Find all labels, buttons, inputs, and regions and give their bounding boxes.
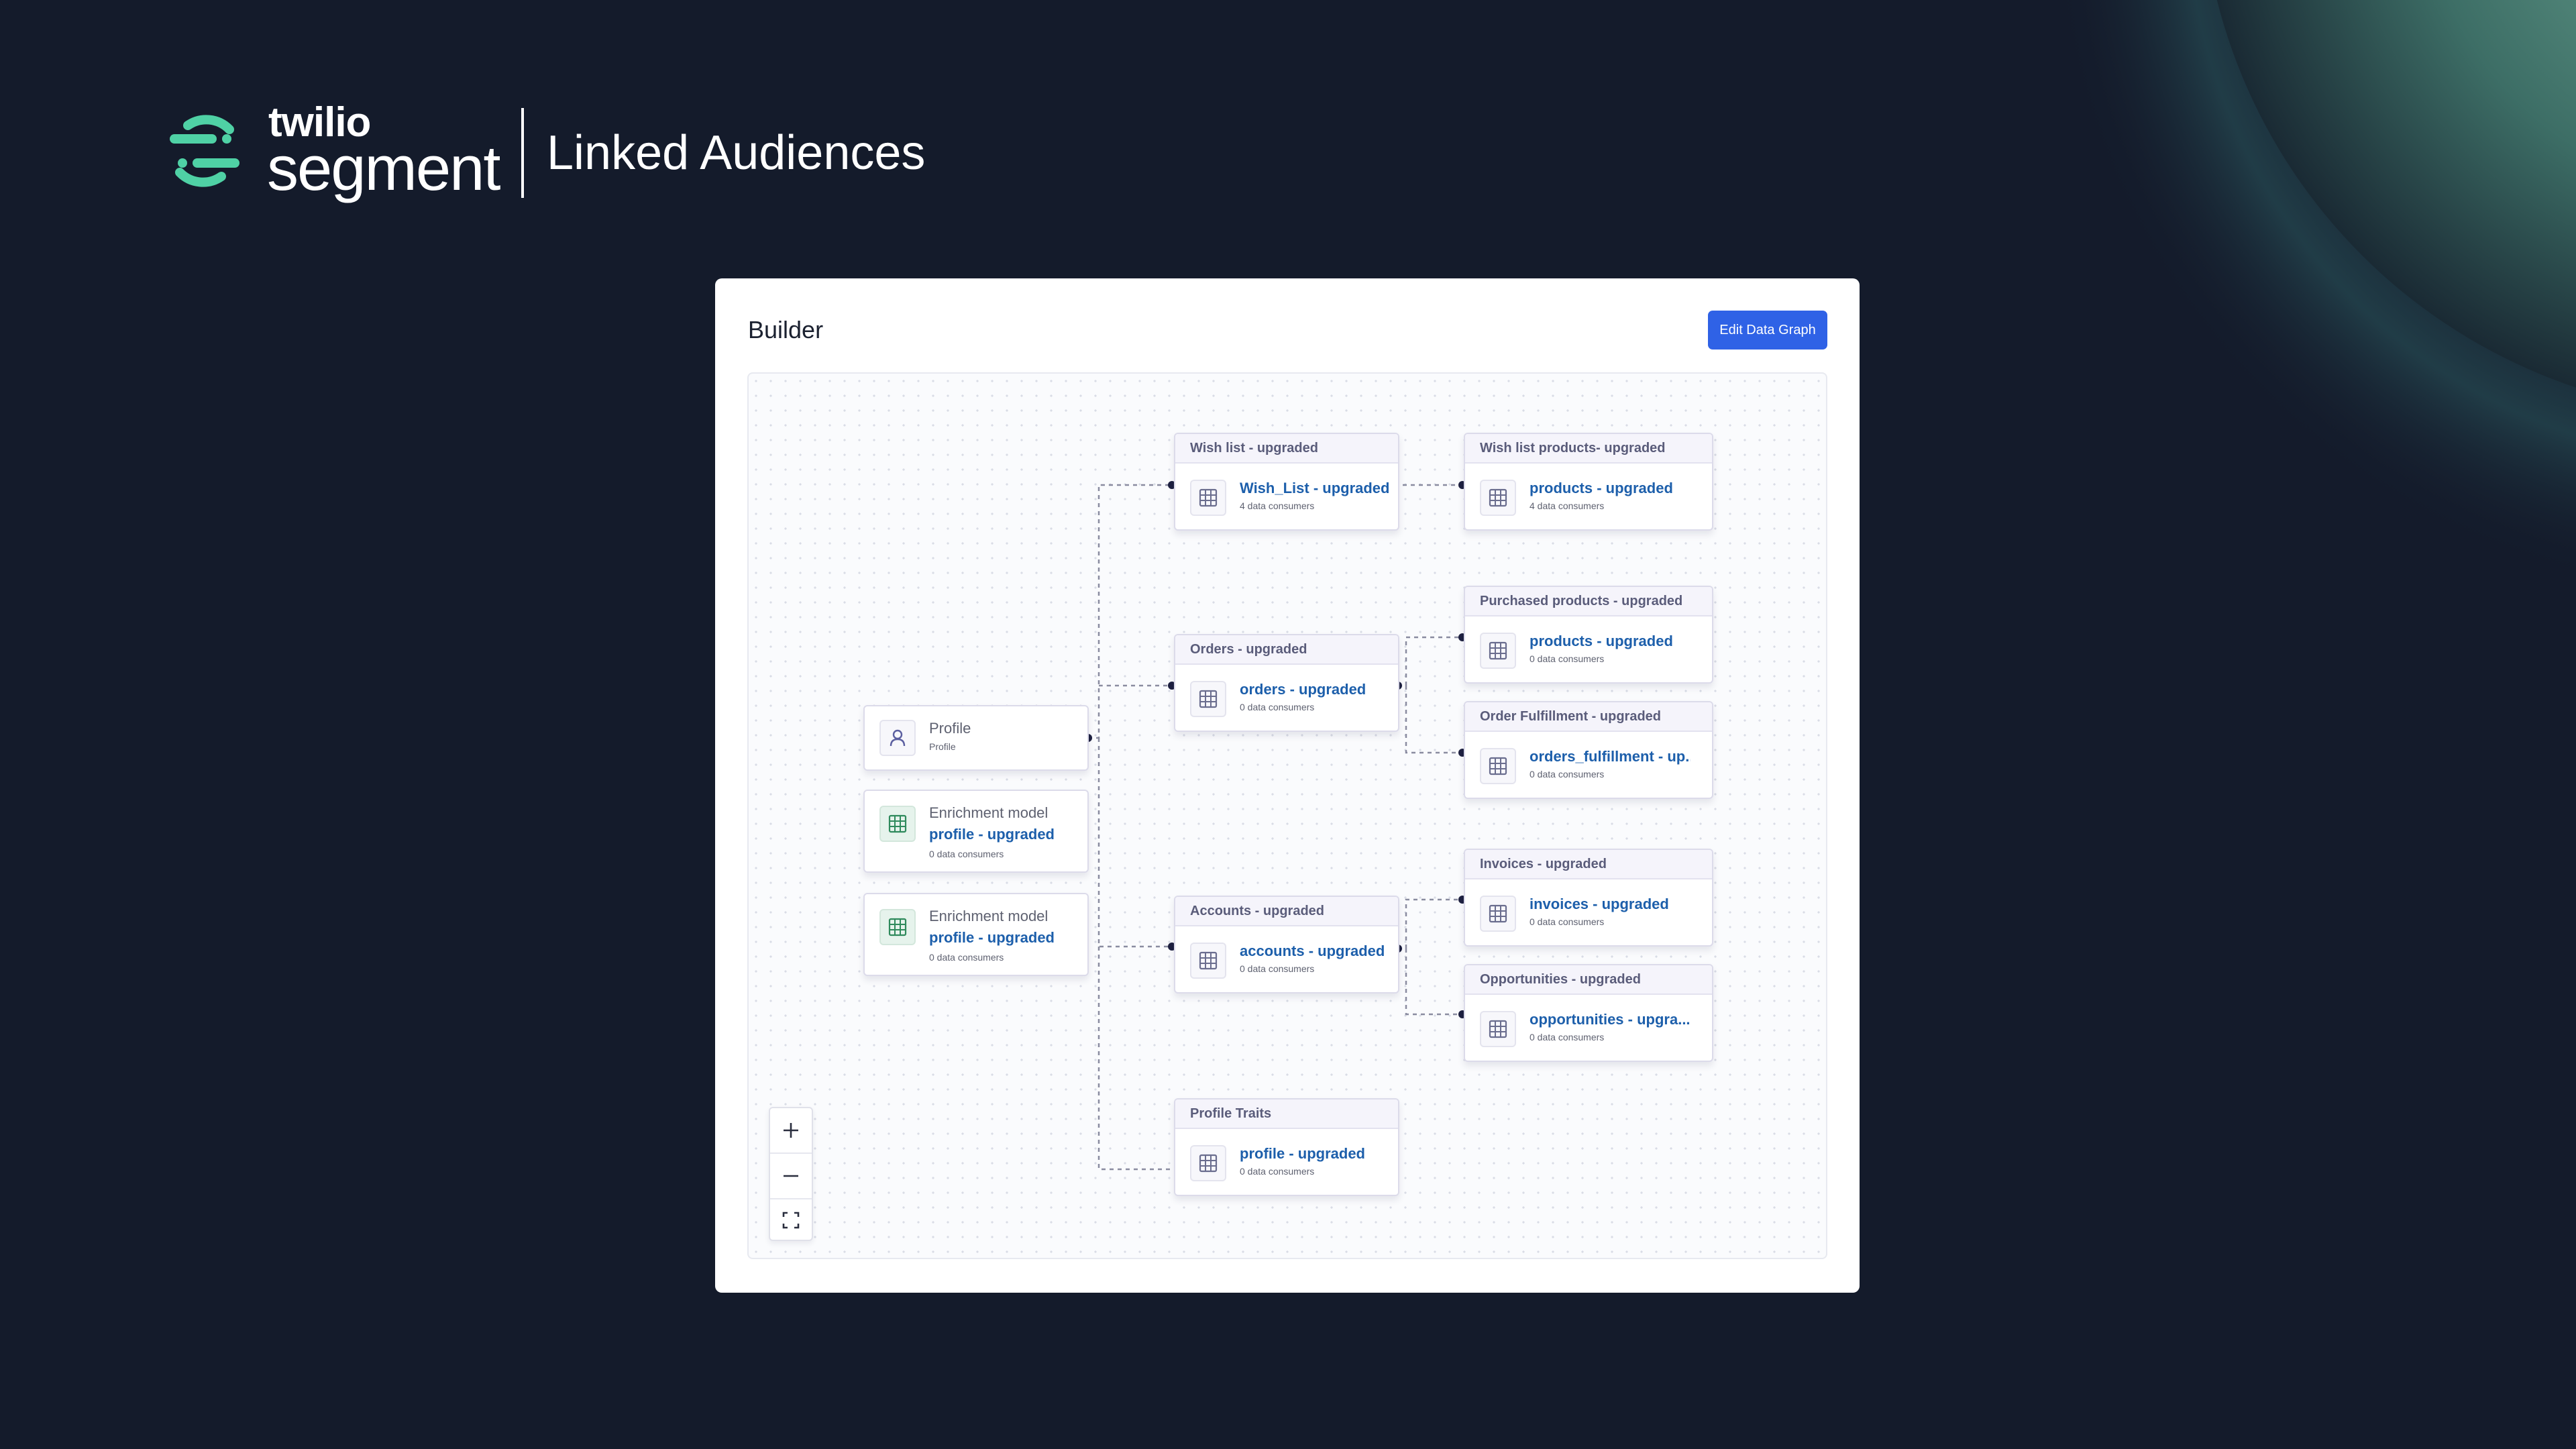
zoom-out-button[interactable] [770,1154,812,1198]
table-icon [879,806,916,842]
node-purchased-products[interactable]: Purchased products - upgraded products -… [1464,586,1713,684]
node-consumers: 4 data consumers [1529,500,1605,511]
minus-icon [784,1175,798,1177]
table-icon [1480,1011,1516,1047]
table-icon [1190,1145,1226,1181]
zoom-in-button[interactable] [770,1108,812,1152]
zoom-controls [769,1107,813,1241]
node-name: Wish_List - upgraded [1240,480,1390,496]
node-name: orders_fulfillment - up... [1529,748,1690,765]
table-icon [1480,896,1516,932]
node-consumers: 0 data consumers [1529,916,1605,927]
node-name: orders - upgraded [1240,681,1366,698]
brand-divider [521,108,524,198]
profile-title: Profile [929,720,971,737]
enrichment-consumers: 0 data consumers [929,952,1004,963]
node-consumers: 0 data consumers [1240,1166,1315,1177]
node-header: Wish list - upgraded [1175,434,1398,464]
enrichment-model-node[interactable]: Enrichment model profile - upgraded 0 da… [863,790,1089,873]
table-icon [1190,943,1226,979]
node-name: invoices - upgraded [1529,896,1669,912]
node-opportunities[interactable]: Opportunities - upgraded opportunities -… [1464,964,1713,1062]
node-consumers: 0 data consumers [1240,702,1315,712]
node-header: Orders - upgraded [1175,635,1398,665]
enrichment-name: profile - upgraded [929,826,1055,843]
node-consumers: 0 data consumers [1529,769,1605,780]
node-header: Accounts - upgraded [1175,897,1398,926]
node-consumers: 0 data consumers [1529,653,1605,664]
product-name: Linked Audiences [547,126,926,180]
table-icon [879,909,916,945]
table-icon [1480,633,1516,669]
node-name: profile - upgraded [1240,1145,1365,1162]
person-icon [879,720,916,756]
enrichment-consumers: 0 data consumers [929,849,1004,859]
table-icon [1480,480,1516,516]
node-profile-traits[interactable]: Profile Traits profile - upgraded 0 data… [1174,1098,1399,1196]
node-header: Wish list products- upgraded [1465,434,1712,464]
node-invoices[interactable]: Invoices - upgraded invoices - upgraded … [1464,849,1713,947]
enrichment-label: Enrichment model [929,908,1049,924]
table-icon [1480,748,1516,784]
node-header: Invoices - upgraded [1465,850,1712,879]
node-name: opportunities - upgra... [1529,1011,1690,1028]
node-consumers: 0 data consumers [1529,1032,1605,1042]
node-consumers: 4 data consumers [1240,500,1315,511]
node-header: Profile Traits [1175,1099,1398,1129]
node-name: products - upgraded [1529,633,1673,649]
plus-icon [784,1123,798,1138]
brand-segment-wordmark: segment [267,133,501,203]
node-orders[interactable]: Orders - upgraded orders - upgraded 0 da… [1174,634,1399,732]
node-name: products - upgraded [1529,480,1673,496]
builder-card: Builder Edit Data Graph Profile Profile … [715,278,1860,1293]
enrichment-name: profile - upgraded [929,929,1055,946]
node-header: Order Fulfillment - upgraded [1465,702,1712,732]
graph-canvas[interactable]: Profile Profile Enrichment model profile… [747,372,1827,1259]
node-wish-list-products[interactable]: Wish list products- upgraded products - … [1464,433,1713,531]
node-accounts[interactable]: Accounts - upgraded accounts - upgraded … [1174,896,1399,994]
enrichment-model-node[interactable]: Enrichment model profile - upgraded 0 da… [863,893,1089,976]
page-title: Builder [748,316,824,343]
node-header: Purchased products - upgraded [1465,587,1712,616]
table-icon [1190,480,1226,516]
table-icon [1190,681,1226,717]
edit-data-graph-button[interactable]: Edit Data Graph [1708,311,1827,350]
fit-view-icon [782,1212,800,1229]
node-name: accounts - upgraded [1240,943,1385,959]
profile-node[interactable]: Profile Profile [863,705,1089,771]
node-wish-list[interactable]: Wish list - upgraded Wish_List - upgrade… [1174,433,1399,531]
enrichment-label: Enrichment model [929,804,1049,821]
fit-view-button[interactable] [770,1198,812,1242]
node-header: Opportunities - upgraded [1465,965,1712,995]
profile-subtitle: Profile [929,741,956,752]
segment-logo-icon [170,115,239,187]
node-order-fulfillment[interactable]: Order Fulfillment - upgraded orders_fulf… [1464,701,1713,799]
node-consumers: 0 data consumers [1240,963,1315,974]
